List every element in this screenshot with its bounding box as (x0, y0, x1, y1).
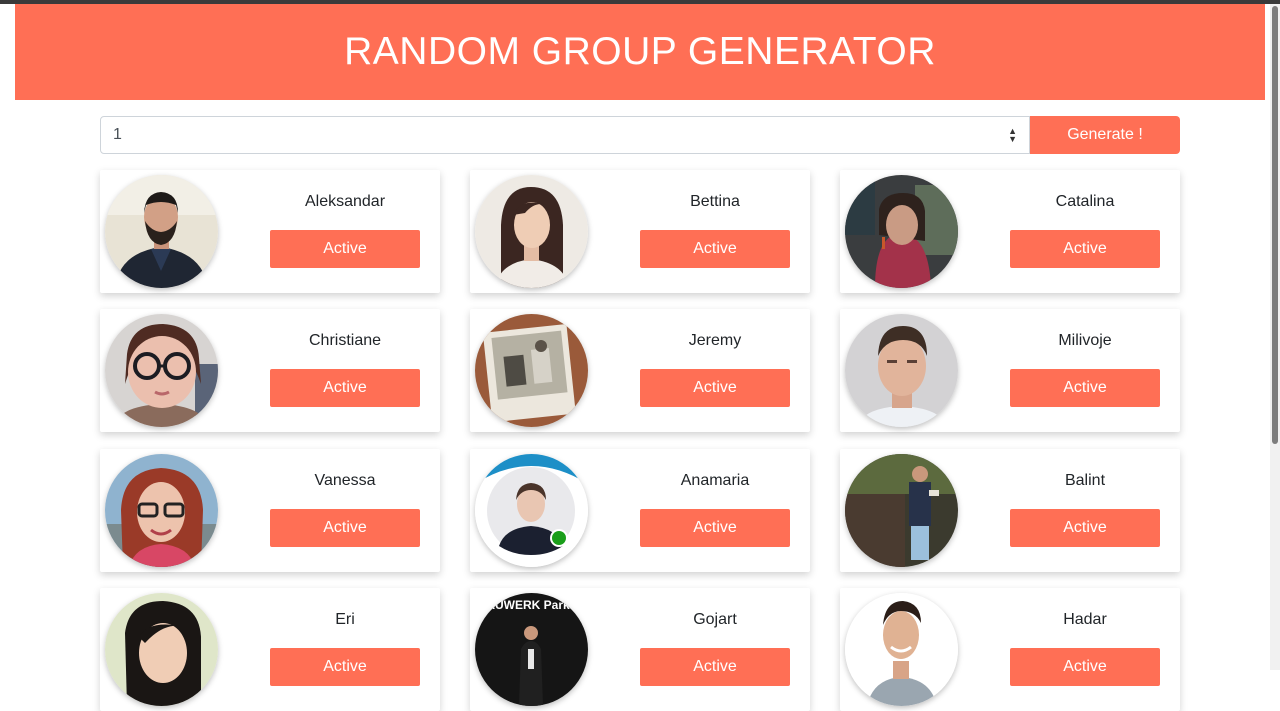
active-button[interactable]: Active (640, 369, 790, 407)
page-scrollbar[interactable] (1270, 4, 1280, 670)
avatar (475, 454, 588, 567)
person-card: Anamaria Active (470, 449, 810, 572)
person-name: Jeremy (688, 332, 742, 349)
person-card: Christiane Active (100, 309, 440, 432)
person-card: Aleksandar Active (100, 170, 440, 293)
person-name: Vanessa (314, 472, 376, 489)
person-card: Balint Active (840, 449, 1180, 572)
person-name: Hadar (1063, 611, 1107, 628)
active-button[interactable]: Active (640, 230, 790, 268)
select-arrows-icon: ▲ ▼ (1008, 126, 1017, 144)
active-button[interactable]: Active (270, 648, 420, 686)
person-name: Christiane (308, 332, 382, 349)
avatar (475, 175, 588, 288)
avatar (845, 314, 958, 427)
scrollbar-thumb[interactable] (1272, 6, 1278, 444)
active-button[interactable]: Active (1010, 648, 1160, 686)
person-name: Milivoje (1058, 332, 1112, 349)
avatar (845, 175, 958, 288)
person-name: Aleksandar (304, 193, 386, 210)
page-title: RANDOM GROUP GENERATOR (344, 30, 936, 73)
person-card: Catalina Active (840, 170, 1180, 293)
person-card: BAUWERK Parkett Gojart Active (470, 588, 810, 711)
active-button[interactable]: Active (640, 509, 790, 547)
person-card: Bettina Active (470, 170, 810, 293)
page-header: RANDOM GROUP GENERATOR (15, 4, 1265, 100)
avatar (845, 593, 958, 706)
active-button[interactable]: Active (270, 230, 420, 268)
avatar (105, 314, 218, 427)
group-size-select[interactable]: 1 ▲ ▼ (100, 116, 1030, 154)
avatar (845, 454, 958, 567)
person-card: Vanessa Active (100, 449, 440, 572)
person-name: Anamaria (680, 472, 750, 489)
generate-button[interactable]: Generate ! (1030, 116, 1180, 154)
active-button[interactable]: Active (270, 509, 420, 547)
controls-row: 1 ▲ ▼ Generate ! (100, 116, 1180, 154)
person-name: Balint (1064, 472, 1106, 489)
avatar (475, 314, 588, 427)
active-button[interactable]: Active (1010, 369, 1160, 407)
person-card: Eri Active (100, 588, 440, 711)
avatar (105, 454, 218, 567)
person-name: Eri (335, 611, 355, 628)
person-name: Catalina (1055, 193, 1115, 210)
person-card: Jeremy Active (470, 309, 810, 432)
avatar: BAUWERK Parkett (475, 593, 588, 706)
active-button[interactable]: Active (640, 648, 790, 686)
group-size-value: 1 (113, 126, 122, 143)
person-card: Milivoje Active (840, 309, 1180, 432)
active-button[interactable]: Active (1010, 509, 1160, 547)
active-button[interactable]: Active (1010, 230, 1160, 268)
person-name: Bettina (690, 193, 740, 210)
person-name: Gojart (693, 611, 737, 628)
person-card: Hadar Active (840, 588, 1180, 711)
active-button[interactable]: Active (270, 369, 420, 407)
avatar (105, 593, 218, 706)
avatar (105, 175, 218, 288)
photo-sign-brand: BAUWERK Parkett (478, 598, 585, 612)
